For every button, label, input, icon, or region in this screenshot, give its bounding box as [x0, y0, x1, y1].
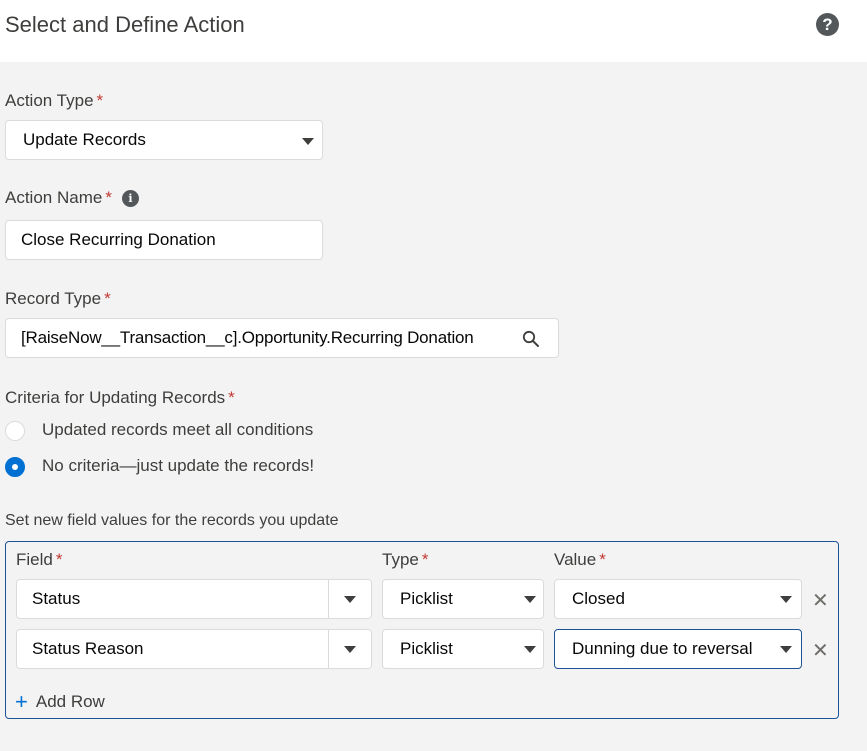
required-marker: * [105, 188, 112, 207]
info-icon[interactable]: i [121, 190, 139, 207]
radio-all-conditions-label[interactable]: Updated records meet all conditions [42, 420, 313, 440]
value-select[interactable]: Closed [554, 579, 802, 619]
record-type-lookup[interactable]: [RaiseNow__Transaction__c].Opportunity.R… [5, 318, 559, 358]
add-row-button[interactable]: + Add Row [15, 689, 105, 715]
add-row-label: Add Row [35, 692, 105, 711]
required-marker: * [104, 289, 111, 308]
required-marker: * [421, 550, 429, 569]
radio-no-criteria-label[interactable]: No criteria—just update the records! [42, 456, 314, 476]
record-type-label: Record Type * [5, 289, 111, 308]
field-column-header: Field * [16, 550, 63, 569]
chevron-down-icon [780, 596, 792, 603]
search-icon[interactable] [522, 330, 540, 348]
field-values-label: Set new field values for the records you… [5, 512, 339, 529]
record-type-value: [RaiseNow__Transaction__c].Opportunity.R… [21, 328, 474, 347]
type-column-header: Type * [382, 550, 429, 569]
chevron-down-icon [524, 646, 536, 653]
value-column-header: Value * [554, 550, 606, 569]
type-value: Picklist [400, 589, 453, 608]
select-divider [328, 630, 329, 668]
value-value: Dunning due to reversal [572, 639, 753, 658]
action-type-label: Action Type * [5, 91, 104, 110]
select-divider [328, 580, 329, 618]
field-select[interactable]: Status Reason [16, 629, 372, 669]
chevron-down-icon [780, 646, 792, 653]
action-type-value: Update Records [23, 130, 146, 149]
required-marker: * [96, 91, 104, 110]
chevron-down-icon[interactable] [344, 596, 356, 603]
chevron-down-icon[interactable] [344, 646, 356, 653]
field-value: Status Reason [32, 639, 144, 658]
required-marker: * [228, 388, 235, 407]
action-name-value: Close Recurring Donation [21, 230, 216, 249]
type-value: Picklist [400, 639, 453, 658]
action-name-label: Action Name * i [5, 188, 139, 208]
criteria-label: Criteria for Updating Records * [5, 388, 235, 407]
type-select[interactable]: Picklist [382, 579, 544, 619]
type-select[interactable]: Picklist [382, 629, 544, 669]
field-value: Status [32, 589, 81, 608]
radio-no-criteria[interactable] [5, 457, 25, 477]
help-icon[interactable]: ? [816, 13, 839, 36]
value-value: Closed [572, 589, 625, 608]
value-select[interactable]: Dunning due to reversal [554, 629, 802, 669]
remove-row-icon[interactable]: ✕ [812, 591, 829, 611]
remove-row-icon[interactable]: ✕ [812, 641, 829, 661]
required-marker: * [599, 550, 606, 569]
page-header: Select and Define Action ? [0, 0, 867, 62]
radio-all-conditions[interactable] [5, 421, 25, 441]
plus-icon: + [15, 689, 28, 714]
required-marker: * [55, 550, 63, 569]
page-title: Select and Define Action [5, 12, 245, 37]
action-name-input[interactable]: Close Recurring Donation [5, 220, 323, 260]
action-type-select[interactable]: Update Records [5, 120, 323, 160]
chevron-down-icon [524, 596, 536, 603]
chevron-down-icon [302, 138, 314, 145]
field-select[interactable]: Status [16, 579, 372, 619]
